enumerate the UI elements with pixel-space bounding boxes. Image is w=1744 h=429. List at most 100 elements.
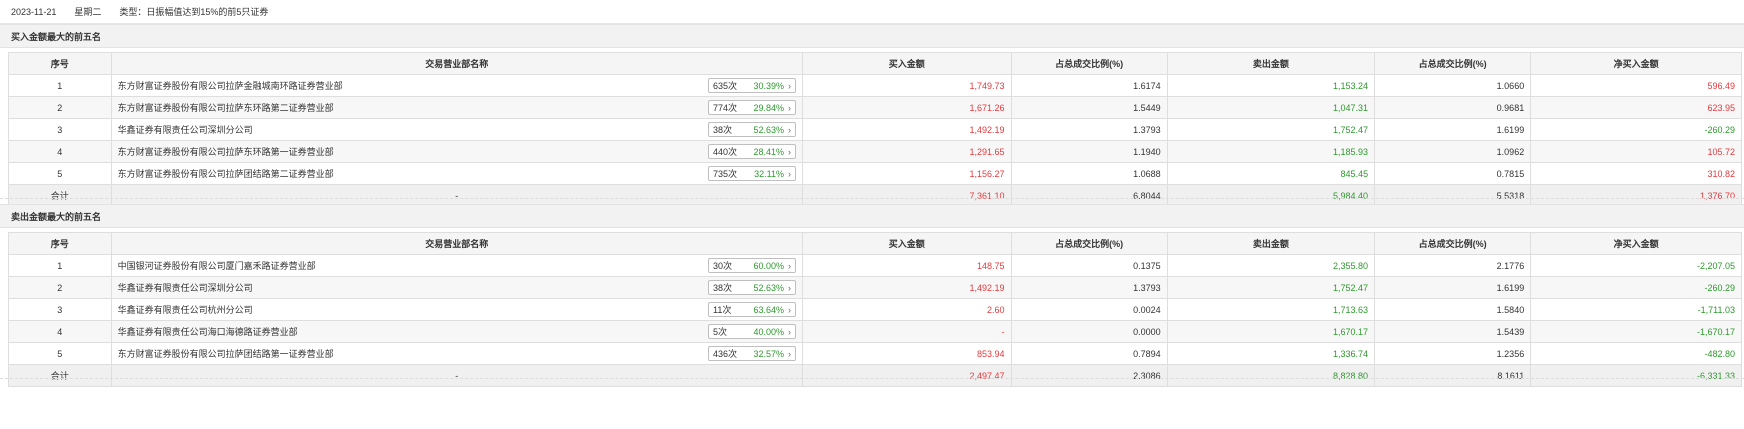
col-net-amount: 净买入金额	[1530, 232, 1742, 255]
total-name: -	[110, 364, 804, 387]
row-index: 4	[8, 140, 112, 163]
branch-name-cell: 东方财富证券股份有限公司拉萨团结路第一证券营业部 436次 32.57% ›	[110, 342, 804, 365]
sell-section-title: 卖出金额最大的前五名	[0, 204, 1744, 228]
sell-amount: 1,752.47	[1166, 118, 1376, 141]
branch-name-cell: 东方财富证券股份有限公司拉萨金融城南环路证券营业部 635次 30.39% ›	[110, 74, 804, 97]
trade-count: 30次	[713, 261, 733, 271]
win-rate: 29.84%	[753, 102, 784, 113]
sell-ratio: 1.5840	[1374, 298, 1532, 321]
trade-count: 436次	[713, 349, 738, 359]
branch-name-cell: 华鑫证券有限责任公司海口海德路证券营业部 5次 40.00% ›	[110, 320, 804, 343]
net-buy-amount: -260.29	[1530, 118, 1742, 141]
chevron-right-icon: ›	[788, 124, 791, 135]
row-index: 1	[8, 74, 112, 97]
weekday: 星期二	[74, 7, 102, 17]
sell-ratio: 1.0962	[1374, 140, 1532, 163]
trade-count: 735次	[713, 169, 738, 179]
trade-count-badge[interactable]: 436次 32.57% ›	[708, 346, 796, 361]
sell-amount: 1,185.93	[1166, 140, 1376, 163]
chevron-right-icon: ›	[788, 168, 791, 179]
sell-amount: 1,670.17	[1166, 320, 1376, 343]
buy-ratio: 1.5449	[1010, 96, 1168, 119]
trade-count: 38次	[713, 125, 733, 135]
branch-name: 中国银河证券股份有限公司厦门嘉禾路证券营业部	[117, 261, 316, 271]
trade-count-badge[interactable]: 11次 63.64% ›	[708, 302, 796, 317]
trade-count-badge[interactable]: 774次 29.84% ›	[708, 100, 796, 115]
net-buy-amount: -260.29	[1530, 276, 1742, 299]
trade-count-badge[interactable]: 5次 40.00% ›	[708, 324, 796, 339]
buy-ratio: 0.0024	[1010, 298, 1168, 321]
chevron-right-icon: ›	[788, 348, 791, 359]
branch-name: 东方财富证券股份有限公司拉萨团结路第一证券营业部	[117, 349, 334, 359]
total-buy-amount: 2,497.47	[802, 364, 1012, 387]
buy-amount: 1,291.65	[802, 140, 1012, 163]
row-index: 1	[8, 254, 112, 277]
trade-count-badge[interactable]: 635次 30.39% ›	[708, 78, 796, 93]
buy-amount: -	[802, 320, 1012, 343]
col-buy-amount: 买入金额	[802, 52, 1012, 75]
sell-ratio: 1.2356	[1374, 342, 1532, 365]
buy-ratio: 0.7894	[1010, 342, 1168, 365]
type-label: 类型：	[119, 7, 147, 17]
win-rate: 52.63%	[753, 124, 784, 135]
table-row: 1 东方财富证券股份有限公司拉萨金融城南环路证券营业部 635次 30.39% › 1,7…	[8, 74, 1742, 97]
trade-count-badge[interactable]: 440次 28.41% ›	[708, 144, 796, 159]
sell-ratio: 1.6199	[1374, 276, 1532, 299]
net-buy-amount: 596.49	[1530, 74, 1742, 97]
net-buy-amount: -482.80	[1530, 342, 1742, 365]
table-header-row: 序号 交易营业部名称 买入金额 占总成交比例(%) 卖出金额 占总成交比例(%)…	[8, 52, 1742, 75]
chevron-right-icon: ›	[788, 326, 791, 337]
col-branch-name: 交易营业部名称	[110, 232, 804, 255]
col-sell-amount: 卖出金额	[1166, 232, 1376, 255]
table-header-row: 序号 交易营业部名称 买入金额 占总成交比例(%) 卖出金额 占总成交比例(%)…	[8, 232, 1742, 255]
chevron-right-icon: ›	[788, 146, 791, 157]
total-net-amount: -6,331.33	[1530, 364, 1742, 387]
sell-amount: 1,713.63	[1166, 298, 1376, 321]
buy-amount: 2.60	[802, 298, 1012, 321]
trade-count: 774次	[713, 103, 738, 113]
sell-ratio: 1.5439	[1374, 320, 1532, 343]
sell-ratio: 1.6199	[1374, 118, 1532, 141]
table-row: 2 东方财富证券股份有限公司拉萨东环路第二证券营业部 774次 29.84% › 1,67…	[8, 96, 1742, 119]
win-rate: 63.64%	[753, 304, 784, 315]
total-buy-ratio: 2.3086	[1010, 364, 1168, 387]
trade-count-badge[interactable]: 38次 52.63% ›	[708, 280, 796, 295]
sell-ratio: 1.0660	[1374, 74, 1532, 97]
buy-ratio: 1.3793	[1010, 118, 1168, 141]
buy-amount: 1,749.73	[802, 74, 1012, 97]
branch-name: 华鑫证券有限责任公司海口海德路证券营业部	[117, 327, 298, 337]
buy-ratio: 1.0688	[1010, 162, 1168, 185]
chevron-right-icon: ›	[788, 260, 791, 271]
sell-top5-table: 序号 交易营业部名称 买入金额 占总成交比例(%) 卖出金额 占总成交比例(%)…	[8, 232, 1742, 387]
branch-name-cell: 华鑫证券有限责任公司深圳分公司 38次 52.63% ›	[110, 118, 804, 141]
table-row: 3 华鑫证券有限责任公司深圳分公司 38次 52.63% › 1,492.19 1.3793…	[8, 118, 1742, 141]
net-buy-amount: -1,711.03	[1530, 298, 1742, 321]
row-index: 2	[8, 96, 112, 119]
col-buy-ratio: 占总成交比例(%)	[1010, 52, 1168, 75]
trade-count-badge[interactable]: 30次 60.00% ›	[708, 258, 796, 273]
col-branch-name: 交易营业部名称	[110, 52, 804, 75]
branch-name-cell: 华鑫证券有限责任公司杭州分公司 11次 63.64% ›	[110, 298, 804, 321]
win-rate: 30.39%	[753, 80, 784, 91]
table-row: 5 东方财富证券股份有限公司拉萨团结路第二证券营业部 735次 32.11% › 1,15…	[8, 162, 1742, 185]
type-value: 日振幅值达到15%的前5只证券	[146, 7, 269, 17]
buy-ratio: 0.0000	[1010, 320, 1168, 343]
col-buy-amount: 买入金额	[802, 232, 1012, 255]
trade-count-badge[interactable]: 735次 32.11% ›	[708, 166, 796, 181]
row-index: 3	[8, 298, 112, 321]
branch-name: 华鑫证券有限责任公司深圳分公司	[117, 125, 253, 135]
sell-amount: 1,752.47	[1166, 276, 1376, 299]
buy-ratio: 1.1940	[1010, 140, 1168, 163]
net-buy-amount: 310.82	[1530, 162, 1742, 185]
branch-name-cell: 中国银河证券股份有限公司厦门嘉禾路证券营业部 30次 60.00% ›	[110, 254, 804, 277]
col-buy-ratio: 占总成交比例(%)	[1010, 232, 1168, 255]
section-divider	[0, 198, 1744, 199]
trade-count-badge[interactable]: 38次 52.63% ›	[708, 122, 796, 137]
row-index: 5	[8, 342, 112, 365]
col-index: 序号	[8, 232, 112, 255]
branch-name: 东方财富证券股份有限公司拉萨东环路第二证券营业部	[117, 103, 334, 113]
branch-name-cell: 东方财富证券股份有限公司拉萨团结路第二证券营业部 735次 32.11% ›	[110, 162, 804, 185]
row-index: 3	[8, 118, 112, 141]
sell-ratio: 0.7815	[1374, 162, 1532, 185]
sell-ratio: 2.1776	[1374, 254, 1532, 277]
